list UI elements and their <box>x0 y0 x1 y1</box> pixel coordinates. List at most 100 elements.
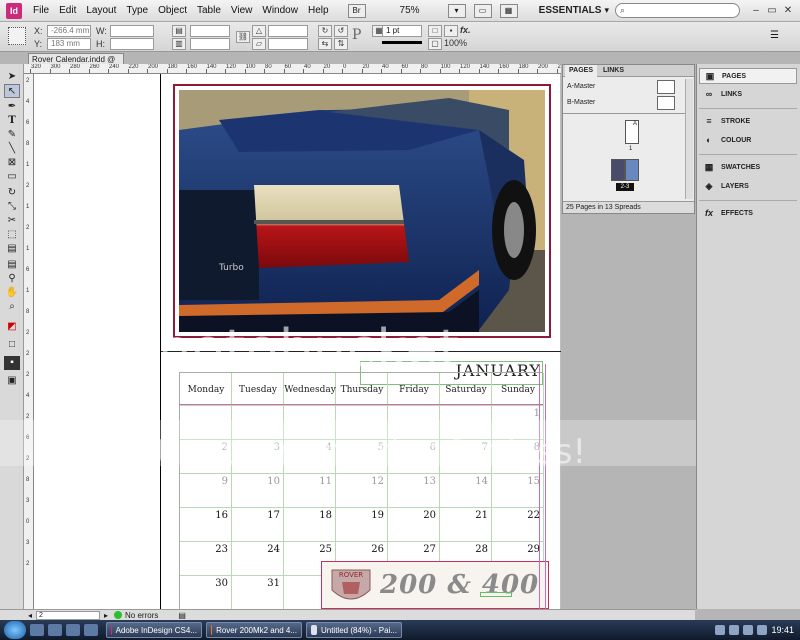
shear-angle-field[interactable] <box>268 38 308 50</box>
type-tool-icon[interactable]: T <box>4 114 20 128</box>
scale-x-icon[interactable]: ▤ <box>172 25 186 37</box>
rotate-icon[interactable]: △ <box>252 25 266 37</box>
taskbar-paint[interactable]: Untitled (84%) - Pai... <box>306 622 402 638</box>
menu-edit[interactable]: Edit <box>54 5 81 16</box>
constrain-proportions-icon[interactable]: ⛓ <box>236 31 250 43</box>
rectangle-tool-icon[interactable]: ▭ <box>4 170 20 184</box>
next-page-icon[interactable]: ▸ <box>104 611 108 620</box>
rectangle-frame-tool-icon[interactable]: ⊠ <box>4 156 20 170</box>
menu-type[interactable]: Type <box>121 5 153 16</box>
width-field[interactable] <box>110 25 154 37</box>
master-a-label[interactable]: A-Master <box>567 83 595 90</box>
bridge-button[interactable]: Br <box>347 3 366 18</box>
x-position-field[interactable]: -266.4 mm <box>47 25 91 37</box>
dock-stroke[interactable]: ≡ STROKE <box>699 113 797 129</box>
rover-logo-frame[interactable]: ROVER 200 & 400 <box>321 561 549 609</box>
dock-pages[interactable]: ▣ PAGES <box>699 68 797 84</box>
tab-pages[interactable]: PAGES <box>565 65 597 77</box>
indesign-app-icon[interactable]: Id <box>6 2 22 19</box>
menu-file[interactable]: File <box>28 5 54 16</box>
maximize-button[interactable]: ▭ <box>764 4 780 18</box>
preflight-status-text[interactable]: No errors <box>125 611 158 620</box>
page-3-thumb[interactable] <box>625 159 639 181</box>
taskbar-indesign[interactable]: Adobe InDesign CS4... <box>106 622 202 638</box>
rotate-ccw-icon[interactable]: ↺ <box>334 25 348 37</box>
master-b-thumb[interactable] <box>657 96 675 110</box>
scale-y-icon[interactable]: ▥ <box>172 38 186 50</box>
quicklaunch-desktop-icon[interactable] <box>30 624 44 636</box>
start-button[interactable] <box>4 621 26 639</box>
menu-view[interactable]: View <box>226 5 258 16</box>
quicklaunch-explorer-icon[interactable] <box>48 624 62 636</box>
zoom-tool-icon[interactable]: ⌕ <box>4 300 20 314</box>
dock-layers[interactable]: ◈ LAYERS <box>699 178 797 194</box>
tray-icon-2[interactable] <box>729 625 740 635</box>
workspace-switcher[interactable]: ESSENTIALS <box>539 5 602 16</box>
fx-icon[interactable]: fx. <box>460 25 471 35</box>
tray-icon-1[interactable] <box>715 625 726 635</box>
scissors-tool-icon[interactable]: ✂ <box>4 214 20 228</box>
page-2-thumb[interactable] <box>611 159 625 181</box>
free-transform-tool-icon[interactable]: ⬚ <box>4 228 20 242</box>
flip-vertical-icon[interactable]: ⇅ <box>334 38 348 50</box>
quicklaunch-browser-icon[interactable] <box>84 624 98 636</box>
stroke-weight-field[interactable]: 1 pt <box>382 25 422 37</box>
fill-stroke-icon[interactable]: ◩ <box>4 320 20 334</box>
drop-shadow-icon[interactable]: ▪ <box>444 25 458 37</box>
reference-point-icon[interactable] <box>8 27 26 45</box>
rotate-angle-field[interactable] <box>268 25 308 37</box>
panel-menu-icon[interactable]: ☰ <box>770 30 779 41</box>
preview-mode-icon[interactable]: ▣ <box>4 374 20 388</box>
dock-links[interactable]: ∞ LINKS <box>699 86 797 102</box>
minimize-button[interactable]: – <box>748 4 764 18</box>
menu-layout[interactable]: Layout <box>81 5 121 16</box>
zoom-level[interactable]: 75% <box>400 5 444 16</box>
page-number-field[interactable]: 2 <box>36 610 101 620</box>
y-position-field[interactable]: 183 mm <box>47 38 91 50</box>
opacity-value[interactable]: 100% <box>444 38 467 48</box>
scale-x-field[interactable] <box>190 25 230 37</box>
rotate-tool-icon[interactable]: ↻ <box>4 186 20 200</box>
normal-view-icon[interactable]: ▪ <box>4 356 20 370</box>
opacity-icon[interactable]: □ <box>428 25 442 37</box>
formatting-container-icon[interactable]: □ <box>4 338 20 352</box>
dock-swatches[interactable]: ▦ SWATCHES <box>699 159 797 175</box>
view-options-button[interactable]: ▾ <box>447 3 466 18</box>
line-tool-icon[interactable]: ╲ <box>4 142 20 156</box>
tab-links[interactable]: LINKS <box>599 65 628 77</box>
stroke-type-preview[interactable] <box>382 41 422 44</box>
photo-frame[interactable]: Turbo <box>173 84 551 338</box>
open-page-icon[interactable]: ▤ <box>178 611 186 620</box>
arrange-documents-button[interactable]: ▦ <box>499 3 518 18</box>
document-canvas[interactable]: Turbo JANUARY Monday Tuesday Wednesday Thur… <box>34 74 561 609</box>
menu-help[interactable]: Help <box>303 5 334 16</box>
eyedropper-tool-icon[interactable]: ⚲ <box>4 272 20 286</box>
screen-mode-button[interactable]: ▭ <box>473 3 492 18</box>
tray-icon-3[interactable] <box>743 625 754 635</box>
tray-icon-4[interactable] <box>757 625 768 635</box>
master-b-label[interactable]: B-Master <box>567 99 595 106</box>
height-field[interactable] <box>110 38 154 50</box>
object-effects-icon[interactable]: ▢ <box>428 38 442 50</box>
page-1-thumb[interactable]: A <box>625 120 639 144</box>
first-page-icon[interactable]: ◂ <box>28 611 32 620</box>
flip-horizontal-icon[interactable]: ⇆ <box>318 38 332 50</box>
shear-icon[interactable]: ▱ <box>252 38 266 50</box>
rotate-cw-icon[interactable]: ↻ <box>318 25 332 37</box>
menu-object[interactable]: Object <box>153 5 192 16</box>
pen-tool-icon[interactable]: ✒ <box>4 100 20 114</box>
pencil-tool-icon[interactable]: ✎ <box>4 128 20 142</box>
taskbar-firefox[interactable]: Rover 200Mk2 and 4... <box>206 622 302 638</box>
menu-window[interactable]: Window <box>257 5 303 16</box>
search-input[interactable]: ⌕ <box>615 3 740 18</box>
workspace-chevron-icon[interactable]: ▾ <box>604 5 609 16</box>
dock-effects[interactable]: fx EFFECTS <box>699 205 797 221</box>
pages-scrollbar[interactable] <box>685 79 693 199</box>
master-a-thumb[interactable] <box>657 80 675 94</box>
hand-tool-icon[interactable]: ✋ <box>4 286 20 300</box>
scale-tool-icon[interactable]: ⤡ <box>4 200 20 214</box>
selection-tool-icon[interactable]: ➤ <box>4 70 20 84</box>
scale-y-field[interactable] <box>190 38 230 50</box>
direct-selection-tool-icon[interactable]: ↖ <box>4 84 20 98</box>
quicklaunch-media-icon[interactable] <box>66 624 80 636</box>
